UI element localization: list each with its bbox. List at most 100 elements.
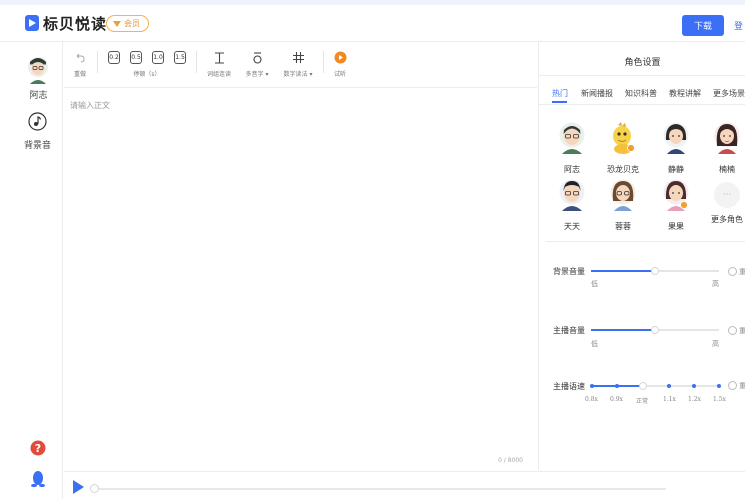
toolbar-divider — [196, 51, 197, 73]
speed-stop — [692, 384, 696, 388]
logo-icon — [25, 15, 39, 31]
host-volume-fill — [591, 329, 655, 331]
polyphone-tool[interactable]: 多音字 ▾ — [240, 49, 274, 78]
role-name: 恐龙贝克 — [607, 165, 639, 174]
hash-icon — [292, 52, 304, 63]
progress-track[interactable] — [94, 488, 666, 490]
brand-title: 标贝悦读 — [43, 15, 108, 33]
undo-label: 重做 — [73, 71, 86, 78]
preview-label: 试听 — [333, 71, 346, 78]
female-short-hair-avatar-icon — [663, 122, 689, 154]
role-name: 阿志 — [564, 165, 580, 174]
qq-penguin-icon[interactable] — [31, 470, 45, 488]
vip-badge[interactable]: 会员 — [106, 15, 149, 32]
more-roles-item[interactable]: ··· 更多角色 — [705, 179, 745, 225]
speed-tick: 1.5x — [713, 396, 726, 403]
role-item[interactable]: 楠楠 — [705, 122, 745, 175]
preview-play-icon — [334, 51, 346, 64]
host-volume-reset-radio[interactable] — [728, 326, 737, 335]
section-divider — [546, 241, 745, 242]
play-icon[interactable] — [73, 480, 84, 494]
speed-tick: 1.2x — [688, 396, 701, 403]
female-long-hair-avatar-icon — [714, 122, 740, 154]
progress-knob[interactable] — [90, 484, 99, 493]
role-item[interactable]: 静静 — [654, 122, 698, 175]
pinyin-o-icon — [252, 51, 262, 64]
undo-tool[interactable]: 重做 — [72, 49, 88, 78]
title-divider — [539, 75, 745, 76]
host-volume-slider[interactable] — [591, 326, 719, 334]
preview-tool[interactable]: 试听 — [328, 49, 352, 78]
speed-tick: 0.9x — [610, 396, 623, 403]
vip-label: 会员 — [124, 19, 140, 28]
role-item[interactable]: 恐龙贝克 — [601, 122, 645, 175]
dinosaur-avatar-icon — [613, 122, 635, 154]
music-note-icon[interactable] — [28, 112, 47, 131]
bg-volume-reset[interactable]: 重置 — [739, 267, 745, 277]
host-volume-knob[interactable] — [651, 326, 659, 334]
role-name: 静静 — [668, 165, 684, 174]
panel-title: 角色设置 — [624, 58, 661, 68]
speed-tick: 正常 — [636, 398, 649, 405]
role-name: 楠楠 — [719, 165, 735, 174]
login-link[interactable]: 登 — [734, 19, 743, 32]
host-volume-reset[interactable]: 重置 — [739, 326, 745, 336]
bg-volume-label: 背景音量 — [553, 267, 585, 276]
toolbar-divider — [323, 51, 324, 73]
header: 标贝悦读 会员 下载 登 — [0, 5, 745, 42]
role-item[interactable]: 天天 — [550, 179, 594, 232]
help-icon[interactable]: ? — [30, 440, 46, 456]
speed-reset-radio[interactable] — [728, 381, 737, 390]
speed-stop — [717, 384, 721, 388]
active-tab-indicator — [552, 101, 567, 103]
role-item[interactable]: 阿志 — [550, 122, 594, 175]
audio-player — [64, 471, 745, 499]
bg-volume-reset-radio[interactable] — [728, 267, 737, 276]
continuous-read-label: 词组连读 — [206, 71, 231, 78]
continuous-read-tool[interactable]: 词组连读 — [202, 49, 236, 78]
bg-volume-low: 低 — [591, 280, 598, 288]
tab-news[interactable]: 新闻播报 — [581, 88, 613, 99]
number-reading-tool[interactable]: 数字读法 ▾ — [280, 49, 316, 78]
role-name: 蓉蓉 — [615, 222, 631, 231]
tab-more-scenes[interactable]: 更多场景> — [713, 88, 745, 99]
polyphone-label: 多音字 ▾ — [245, 71, 269, 78]
pause-1.0-button[interactable]: 1.0 — [152, 51, 164, 64]
speed-slider[interactable] — [590, 382, 721, 390]
text-cursor-icon — [214, 51, 224, 64]
text-editor[interactable]: 请输入正文 0 / 8000 — [64, 89, 537, 470]
pause-0.5-button[interactable]: 0.5 — [130, 51, 142, 64]
speed-label: 主播语速 — [553, 382, 585, 391]
char-counter: 0 / 8000 — [498, 457, 523, 464]
tab-hot[interactable]: 热门 — [552, 88, 568, 99]
left-sidebar: 阿志 背景音 ? — [0, 42, 63, 499]
number-reading-label: 数字读法 ▾ — [283, 71, 313, 78]
speaker-avatar[interactable] — [27, 56, 49, 84]
tab-divider — [539, 104, 745, 105]
pause-1.5-button[interactable]: 1.5 — [174, 51, 186, 64]
pause-tool-group: 0.2 0.5 1.0 1.5 停顿（s） — [104, 49, 190, 78]
girl-avatar-icon — [663, 179, 689, 211]
host-volume-high: 高 — [712, 340, 719, 348]
more-icon: ··· — [714, 182, 740, 208]
role-item[interactable]: 蓉蓉 — [601, 179, 645, 232]
speed-stop — [667, 384, 671, 388]
role-settings-panel: 角色设置 热门 新闻播报 知识科普 教程讲解 更多场景> 阿志 恐龙贝克 — [538, 42, 745, 470]
host-volume-low: 低 — [591, 340, 598, 348]
male-glasses-avatar-icon — [559, 122, 585, 154]
pause-0.2-button[interactable]: 0.2 — [108, 51, 120, 64]
speed-knob[interactable] — [639, 382, 647, 390]
speed-reset[interactable]: 重置 — [739, 381, 745, 391]
tab-tutorial[interactable]: 教程讲解 — [669, 88, 701, 99]
role-name: 更多角色 — [711, 215, 743, 224]
editor-placeholder: 请输入正文 — [70, 101, 110, 110]
undo-icon — [76, 53, 85, 62]
diamond-icon — [113, 20, 121, 27]
role-item[interactable]: 果果 — [654, 179, 698, 232]
bg-volume-slider[interactable] — [591, 267, 719, 275]
tab-science[interactable]: 知识科普 — [625, 88, 657, 99]
pause-label: 停顿（s） — [133, 71, 161, 78]
bg-volume-knob[interactable] — [651, 267, 659, 275]
svg-text:?: ? — [35, 442, 41, 455]
download-button[interactable]: 下载 — [682, 15, 724, 36]
